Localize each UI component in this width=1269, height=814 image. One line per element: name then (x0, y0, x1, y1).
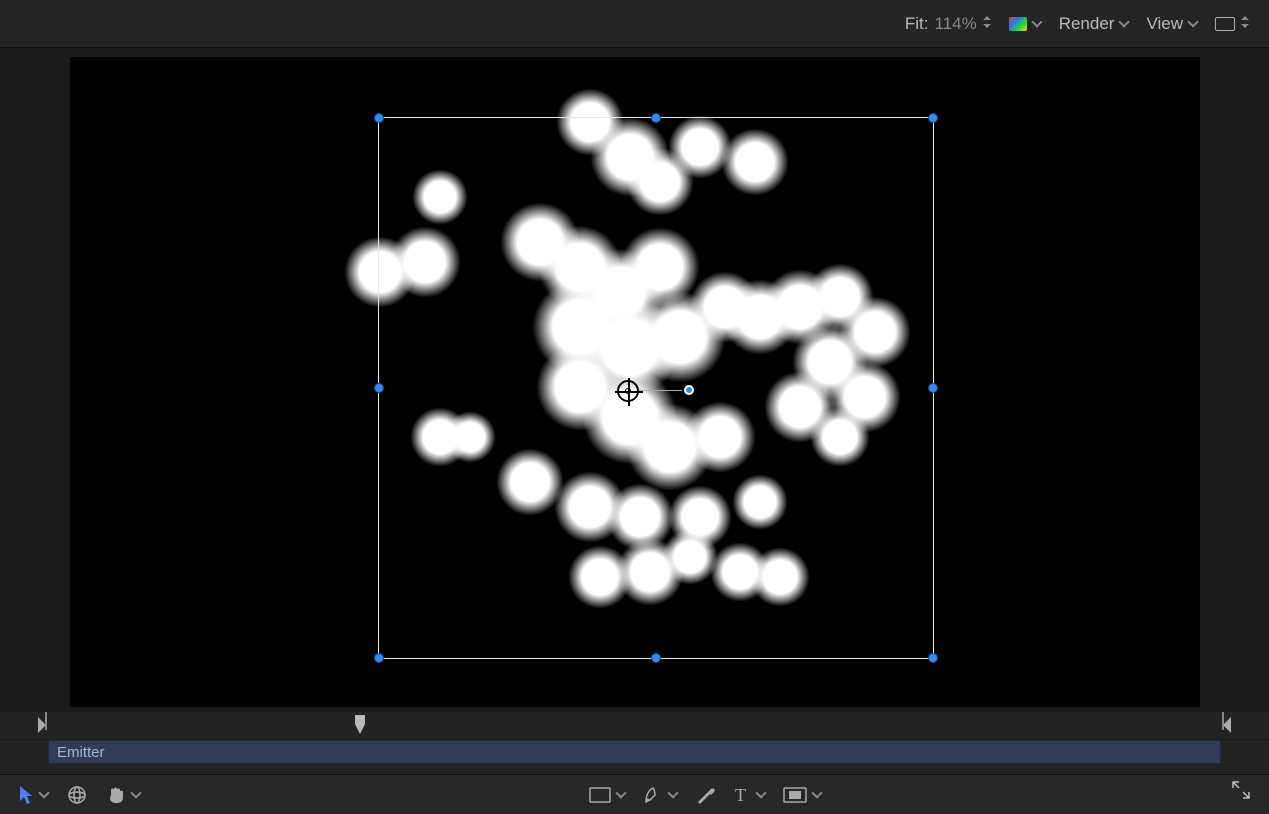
view-menu[interactable]: View (1146, 14, 1197, 34)
shape-tool[interactable] (589, 787, 625, 803)
chevron-down-icon (755, 787, 766, 798)
chevron-down-icon (130, 787, 141, 798)
resize-handle-se[interactable] (928, 653, 938, 663)
mini-timeline: Emitter (0, 712, 1269, 774)
rotation-arm (639, 390, 687, 391)
chevron-down-icon (1031, 16, 1042, 27)
canvas[interactable] (70, 57, 1200, 707)
svg-text:T: T (735, 786, 746, 804)
chevron-down-icon (667, 787, 678, 798)
paint-tool[interactable] (695, 785, 715, 805)
track-label: Emitter (57, 744, 105, 761)
view-label: View (1146, 14, 1183, 34)
color-menu[interactable] (1009, 17, 1041, 31)
render-menu[interactable]: Render (1059, 14, 1129, 34)
resize-handle-sw[interactable] (374, 653, 384, 663)
timeline-track[interactable]: Emitter (48, 740, 1221, 764)
top-toolbar: Fit: 114% Render View (0, 0, 1269, 48)
selection-bounding-box[interactable] (378, 117, 934, 659)
bottom-toolbar: T (0, 774, 1269, 814)
canvas-area (0, 48, 1269, 710)
anchor-point-icon[interactable] (617, 380, 639, 402)
resize-handle-ne[interactable] (928, 113, 938, 123)
window-layout-icon (1215, 17, 1235, 31)
fit-menu[interactable]: Fit: 114% (905, 14, 991, 34)
color-swatch-icon (1009, 17, 1027, 31)
chevron-down-icon (1119, 16, 1130, 27)
fit-label: Fit: (905, 14, 929, 34)
rotation-handle[interactable] (682, 383, 696, 397)
fit-value: 114% (934, 14, 976, 34)
chevron-down-icon (38, 787, 49, 798)
resize-handle-s[interactable] (651, 653, 661, 663)
out-point-icon[interactable] (1223, 717, 1231, 733)
resize-handle-n[interactable] (651, 113, 661, 123)
resize-handle-e[interactable] (928, 383, 938, 393)
resize-handle-nw[interactable] (374, 113, 384, 123)
render-label: Render (1059, 14, 1115, 34)
playhead[interactable] (354, 714, 366, 736)
layout-menu[interactable] (1215, 17, 1249, 31)
chevron-down-icon (811, 787, 822, 798)
select-tool[interactable] (18, 785, 48, 805)
resize-handle-w[interactable] (374, 383, 384, 393)
3d-transform-tool[interactable] (66, 784, 88, 806)
chevron-down-icon (615, 787, 626, 798)
text-tool[interactable]: T (733, 786, 765, 804)
pen-tool[interactable] (643, 785, 677, 805)
in-marker (45, 712, 47, 730)
timeline-ruler[interactable] (0, 712, 1269, 740)
pan-tool[interactable] (106, 785, 140, 805)
fullscreen-icon[interactable] (1231, 780, 1251, 804)
mask-tool[interactable] (783, 787, 821, 803)
chevron-down-icon (1187, 16, 1198, 27)
